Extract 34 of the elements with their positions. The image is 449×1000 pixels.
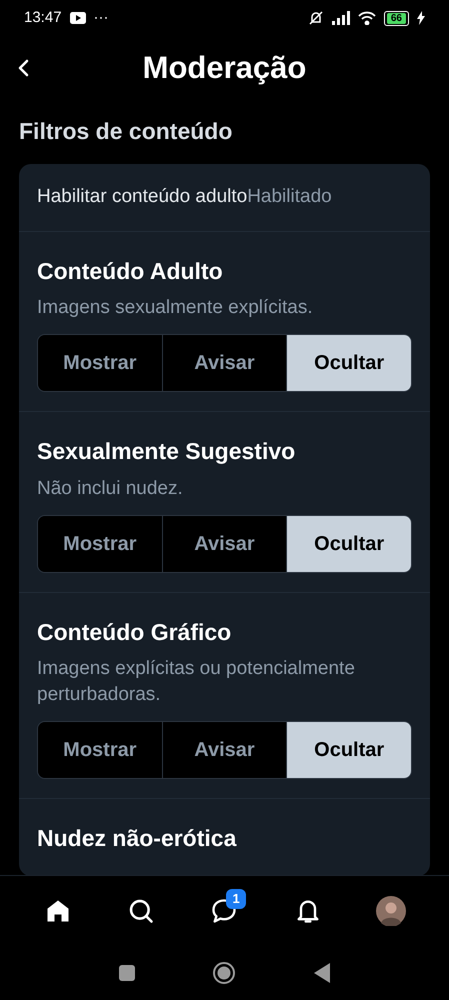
back-icon[interactable] [17,58,31,78]
muted-bell-icon [308,10,324,26]
section-title: Filtros de conteúdo [19,117,234,146]
battery-indicator: 66 [384,10,409,26]
setting-label: Habilitar conteúdo adulto [37,184,248,209]
wifi-icon [358,11,376,25]
segment-option[interactable]: Avisar [162,722,286,778]
segment-option[interactable]: Mostrar [38,722,162,778]
unread-badge: 1 [226,888,246,908]
filter-title: Sexualmente Sugestivo [37,437,296,466]
more-notifications: ··· [94,8,109,28]
setting-value[interactable]: Habilitado [247,182,332,212]
filter-title: Conteúdo Adulto [37,256,224,286]
signal-icon [332,11,350,25]
filter-title: Conteúdo Gráfico [37,618,232,646]
filter-description: Imagens explícitas ou potencialmente perturbadoras. [37,657,356,707]
filter-description: Imagens sexualmente explícitas. [37,296,314,320]
home-button-icon[interactable] [212,960,236,984]
video-icon [70,12,86,24]
segment-option[interactable]: Ocultar [286,722,411,778]
segment-option[interactable]: Mostrar [38,516,162,572]
page-title: Moderação [142,48,306,87]
filter-title: Nudez não-erótica [37,824,238,853]
segment-option[interactable]: Ocultar [286,335,411,391]
back-triangle-icon[interactable] [314,962,330,982]
avatar-icon[interactable] [376,896,406,926]
charging-icon [417,11,425,25]
status-time: 13:47 [24,8,62,28]
segment-option[interactable]: Avisar [162,516,286,572]
segment-option[interactable]: Ocultar [286,516,411,572]
segment-option[interactable]: Mostrar [38,335,162,391]
segment-option[interactable]: Avisar [162,335,286,391]
recents-icon[interactable] [118,964,135,980]
filter-description: Não inclui nudez. [37,476,184,500]
